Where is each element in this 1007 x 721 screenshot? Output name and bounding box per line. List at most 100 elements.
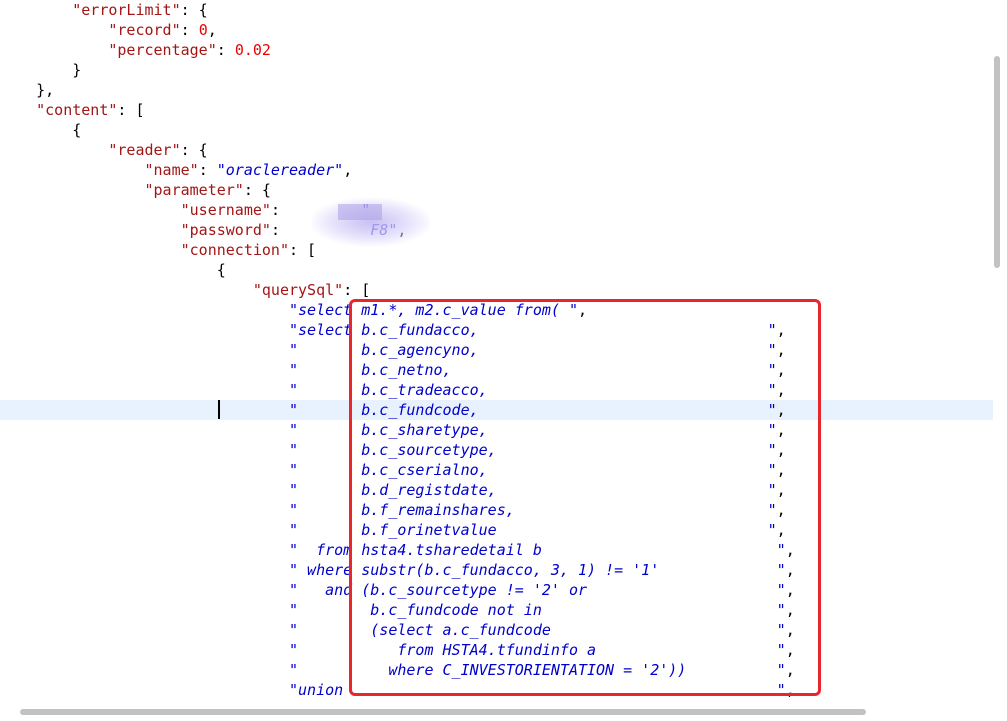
code-line[interactable]: " b.c_sharetype, ", (0, 420, 993, 440)
code-token: " b.c_sourcetype, " (288, 441, 777, 459)
code-line[interactable]: " and (b.c_sourcetype != '2' or ", (0, 580, 993, 600)
code-line[interactable]: " b.d_registdate, ", (0, 480, 993, 500)
code-token: , (776, 421, 786, 439)
code-token: " b.f_remainshares, " (288, 501, 777, 519)
code-token: , (785, 661, 795, 679)
code-line[interactable]: " b.f_orinetvalue ", (0, 520, 993, 540)
code-line[interactable]: " from hsta4.tsharedetail b ", (0, 540, 993, 560)
code-token: " b.c_tradeacco, " (288, 381, 777, 399)
code-token: " b.d_registdate, " (288, 481, 777, 499)
code-line[interactable]: "union ", (0, 680, 993, 700)
code-line[interactable]: "select b.c_fundacco, ", (0, 320, 993, 340)
code-line[interactable]: }, (0, 80, 993, 100)
code-line[interactable]: { (0, 120, 993, 140)
code-token: : { (243, 181, 271, 199)
code-line[interactable]: "connection": [ (0, 240, 993, 260)
code-editor[interactable]: "errorLimit": { "record": 0, "percentage… (0, 0, 993, 704)
code-token: , (785, 581, 795, 599)
code-line[interactable]: " b.c_cserialno, ", (0, 460, 993, 480)
code-token: : (180, 21, 199, 39)
code-line[interactable]: "username": " (0, 200, 993, 220)
code-token: " b.c_cserialno, " (288, 461, 777, 479)
code-token: " b.c_fundcode not in " (288, 601, 786, 619)
code-line[interactable]: " where substr(b.c_fundacco, 3, 1) != '1… (0, 560, 993, 580)
code-line[interactable]: " where C_INVESTORIENTATION = '2')) ", (0, 660, 993, 680)
code-token: " b.c_sharetype, " (288, 421, 777, 439)
code-line[interactable]: "password": F8", (0, 220, 993, 240)
vertical-scrollbar-thumb[interactable] (994, 56, 1000, 268)
code-token: , (207, 21, 217, 39)
code-token: , (785, 561, 795, 579)
code-token: "select b.c_fundacco, " (288, 321, 777, 339)
code-token: , (776, 341, 786, 359)
redacted-blur-core (338, 204, 382, 220)
code-token: : (198, 161, 217, 179)
code-token: " from hsta4.tsharedetail b " (288, 541, 786, 559)
code-token: , (776, 361, 786, 379)
code-line[interactable]: " b.c_sourcetype, ", (0, 440, 993, 460)
code-line[interactable]: " b.c_fundcode not in ", (0, 600, 993, 620)
code-token: "errorLimit" (72, 1, 181, 19)
code-line[interactable]: "name": "oraclereader", (0, 160, 993, 180)
code-line[interactable]: "reader": { (0, 140, 993, 160)
code-line[interactable]: "parameter": { (0, 180, 993, 200)
code-line[interactable]: " b.c_tradeacco, ", (0, 380, 993, 400)
code-token: "reader" (108, 141, 181, 159)
code-line[interactable]: } (0, 60, 993, 80)
code-token: "union " (288, 681, 786, 699)
code-token: "querySql" (252, 281, 344, 299)
code-token: "percentage" (108, 41, 217, 59)
code-token: "connection" (180, 241, 289, 259)
code-line[interactable]: "select m1.*, m2.c_value from( ", (0, 300, 993, 320)
code-token: " where substr(b.c_fundacco, 3, 1) != '1… (288, 561, 786, 579)
code-token: , (776, 481, 786, 499)
code-token: : { (180, 141, 208, 159)
code-line[interactable]: " b.c_agencyno, ", (0, 340, 993, 360)
code-token: "parameter" (144, 181, 244, 199)
text-cursor (218, 400, 220, 419)
code-line[interactable]: "errorLimit": { (0, 0, 993, 20)
code-token: : (270, 221, 280, 239)
code-line[interactable]: " (select a.c_fundcode ", (0, 620, 993, 640)
code-token: } (72, 61, 82, 79)
code-token: : [ (343, 281, 371, 299)
code-line[interactable]: { (0, 260, 993, 280)
code-line[interactable]: "percentage": 0.02 (0, 40, 993, 60)
code-line[interactable]: "content": [ (0, 100, 993, 120)
code-line[interactable]: " b.f_remainshares, ", (0, 500, 993, 520)
code-token: , (776, 441, 786, 459)
horizontal-scrollbar-thumb[interactable] (20, 709, 866, 715)
code-line[interactable]: "record": 0, (0, 20, 993, 40)
code-token: " (select a.c_fundcode " (288, 621, 786, 639)
code-token: , (776, 401, 786, 419)
code-line[interactable]: " b.c_netno, ", (0, 360, 993, 380)
code-line[interactable]: " from HSTA4.tfundinfo a ", (0, 640, 993, 660)
code-line[interactable]: "querySql": [ (0, 280, 993, 300)
code-line[interactable]: " b.c_fundcode, ", (0, 400, 993, 420)
